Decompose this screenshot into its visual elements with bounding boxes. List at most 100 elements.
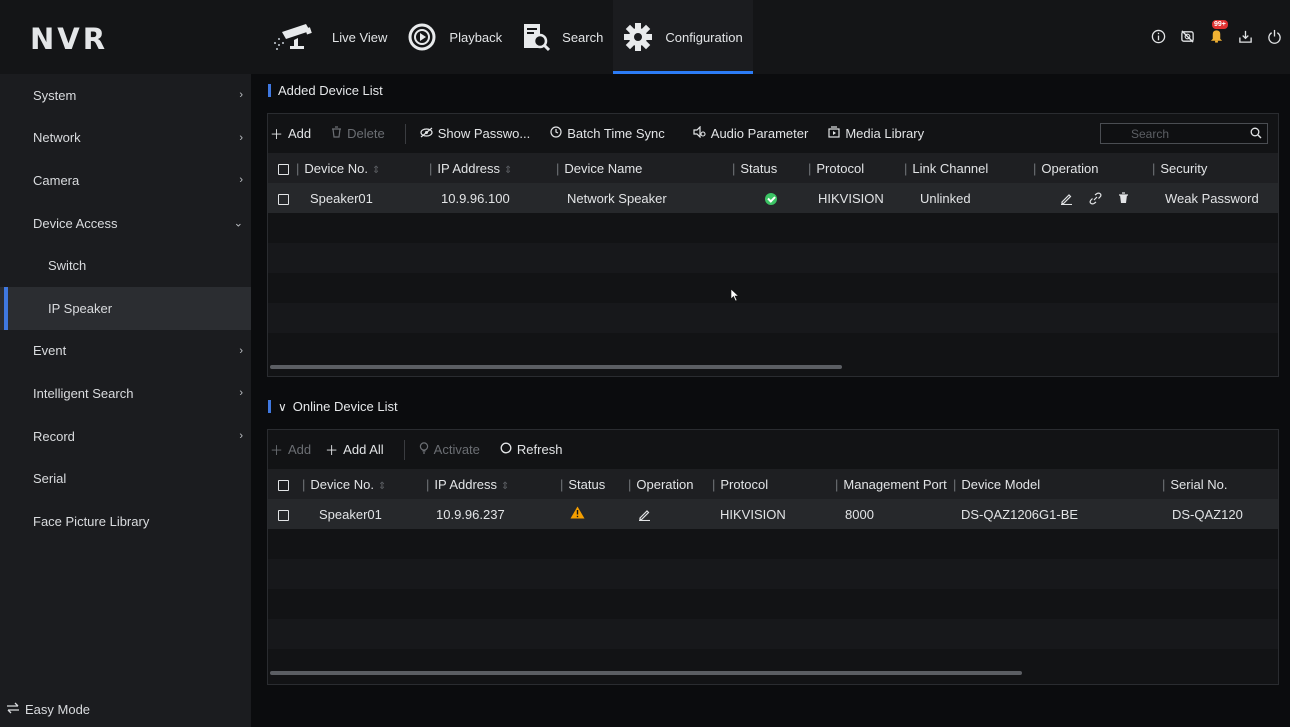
title-accent-bar <box>268 400 271 413</box>
column-header[interactable]: | IP Address ⇕ <box>426 469 560 499</box>
column-header: | Operation <box>1033 153 1152 183</box>
toolbar-divider <box>403 439 405 460</box>
sidebar-item-camera[interactable]: Camera › <box>0 159 251 202</box>
delete-button[interactable]: Delete <box>331 126 385 141</box>
device-search-input[interactable] <box>1101 126 1241 141</box>
media-library-button[interactable]: Media Library <box>828 126 924 141</box>
column-header: | Device Name <box>556 153 732 183</box>
nav-search[interactable]: Search <box>512 0 613 74</box>
serial-no-cell: DS-QAZ120 <box>1162 499 1278 529</box>
sidebar-item-label: Face Picture Library <box>33 513 150 529</box>
sort-icon: ⇕ <box>377 480 387 492</box>
alarm-icon[interactable]: 99+ <box>1208 20 1228 44</box>
column-header[interactable]: | IP Address ⇕ <box>429 153 556 183</box>
bulb-icon <box>419 442 429 457</box>
sidebar-item-label: System <box>33 87 77 103</box>
camera-icon <box>272 22 320 52</box>
chevron-down-icon: ∨ <box>278 399 287 414</box>
edit-icon[interactable] <box>638 508 712 521</box>
plus-icon: ＋ <box>270 443 284 458</box>
sidebar-item-record[interactable]: Record › <box>0 415 251 458</box>
add-label: Add <box>288 442 312 457</box>
sidebar-item-device-access[interactable]: Device Access ⌄ <box>0 202 251 245</box>
empty-row <box>268 559 1278 589</box>
sidebar-item-face-picture-library[interactable]: Face Picture Library <box>0 500 251 543</box>
protocol-cell: HIKVISION <box>808 183 904 213</box>
link-icon[interactable] <box>1089 192 1102 205</box>
delete-label: Delete <box>347 126 385 141</box>
table-row[interactable]: Speaker01 10.9.96.237 HIKVISION 8000 DS-… <box>268 499 1278 529</box>
security-cell: Weak Password <box>1152 183 1278 213</box>
main-nav: Live View Playback Search Configuration <box>262 0 754 74</box>
main-content: Added Device List ＋ Add Delete Show Passw… <box>251 74 1290 727</box>
switch-arrows-icon <box>6 702 20 717</box>
trash-icon[interactable] <box>1118 192 1129 204</box>
column-header: | Link Channel <box>904 153 1033 183</box>
column-header[interactable]: | Device No. ⇕ <box>302 469 426 499</box>
sidebar-item-switch[interactable]: Switch <box>0 244 251 287</box>
alarm-count-badge: 99+ <box>1212 20 1228 29</box>
activate-button[interactable]: Activate <box>419 442 480 457</box>
select-all-checkbox[interactable] <box>278 163 289 175</box>
sidebar-item-label: Serial <box>33 471 67 487</box>
ip-address-cell: 10.9.96.237 <box>426 499 560 529</box>
nav-label: Configuration <box>665 29 743 45</box>
table-row[interactable]: Speaker01 10.9.96.100 Network Speaker HI… <box>268 183 1278 213</box>
column-header[interactable]: | Device No. ⇕ <box>296 153 429 183</box>
online-device-table: | Device No. ⇕ | IP Address ⇕ | Status | Opera… <box>268 469 1278 679</box>
sidebar-item-event[interactable]: Event › <box>0 330 251 373</box>
add-button[interactable]: ＋ Add <box>270 124 311 143</box>
device-model-cell: DS-QAZ1206G1-BE <box>953 499 1162 529</box>
sort-icon: ⇕ <box>501 480 510 492</box>
operation-cell <box>628 499 712 529</box>
chevron-right-icon: › <box>239 89 243 102</box>
select-all-cell <box>268 469 302 499</box>
row-checkbox[interactable] <box>278 193 289 205</box>
top-actions: 99+ <box>1150 20 1290 44</box>
horizontal-scrollbar[interactable] <box>270 671 1022 675</box>
nav-live-view[interactable]: Live View <box>262 0 397 74</box>
add-all-button[interactable]: ＋ Add All <box>325 440 384 459</box>
refresh-icon <box>500 442 512 457</box>
horizontal-scrollbar[interactable] <box>270 365 842 369</box>
sidebar-item-serial[interactable]: Serial <box>0 457 251 500</box>
export-icon[interactable] <box>1237 28 1253 44</box>
clock-sync-icon <box>550 126 562 141</box>
select-all-checkbox[interactable] <box>278 479 289 491</box>
show-password-button[interactable]: Show Passwo... <box>420 126 530 141</box>
section-title-label: Online Device List <box>292 399 398 414</box>
info-icon[interactable] <box>1150 28 1166 44</box>
refresh-button[interactable]: Refresh <box>500 442 562 457</box>
nav-playback[interactable]: Playback <box>397 0 512 74</box>
batch-time-sync-button[interactable]: Batch Time Sync <box>550 126 665 141</box>
online-device-panel: ＋ Add ＋ Add All Activate Refresh | Device N… <box>267 429 1279 685</box>
chevron-right-icon: › <box>239 174 243 187</box>
online-device-list-title[interactable]: ∨ Online Device List <box>268 399 398 414</box>
row-checkbox[interactable] <box>278 509 289 521</box>
media-library-icon <box>828 126 840 141</box>
add-all-label: Add All <box>343 442 384 457</box>
sidebar-item-intelligent-search[interactable]: Intelligent Search › <box>0 372 251 415</box>
search-icon[interactable] <box>1250 127 1262 142</box>
no-camera-icon[interactable] <box>1179 28 1195 44</box>
column-header: | Security <box>1152 153 1278 183</box>
sidebar-item-ip-speaker[interactable]: IP Speaker <box>0 286 251 330</box>
sidebar-item-network[interactable]: Network › <box>0 117 251 160</box>
power-icon[interactable] <box>1266 28 1282 44</box>
added-device-panel: ＋ Add Delete Show Passwo... Batch Time Sy… <box>267 113 1279 377</box>
easy-mode-button[interactable]: Easy Mode <box>6 702 90 717</box>
add-button[interactable]: ＋ Add <box>270 440 311 459</box>
sidebar-item-system[interactable]: System › <box>0 74 251 117</box>
sidebar-item-label: Record <box>33 428 75 444</box>
top-bar: NVR Live View Playback Search Configurat… <box>0 0 1290 74</box>
sidebar-item-label: Event <box>33 343 67 359</box>
title-accent-bar <box>268 84 271 97</box>
edit-icon[interactable] <box>1060 192 1073 205</box>
warning-icon <box>570 506 585 522</box>
nav-configuration[interactable]: Configuration <box>613 0 754 74</box>
add-label: Add <box>288 126 312 141</box>
plus-icon: ＋ <box>270 127 284 142</box>
select-all-cell <box>268 153 296 183</box>
audio-parameter-button[interactable]: Audio Parameter <box>693 125 808 141</box>
chevron-right-icon: › <box>239 131 243 144</box>
